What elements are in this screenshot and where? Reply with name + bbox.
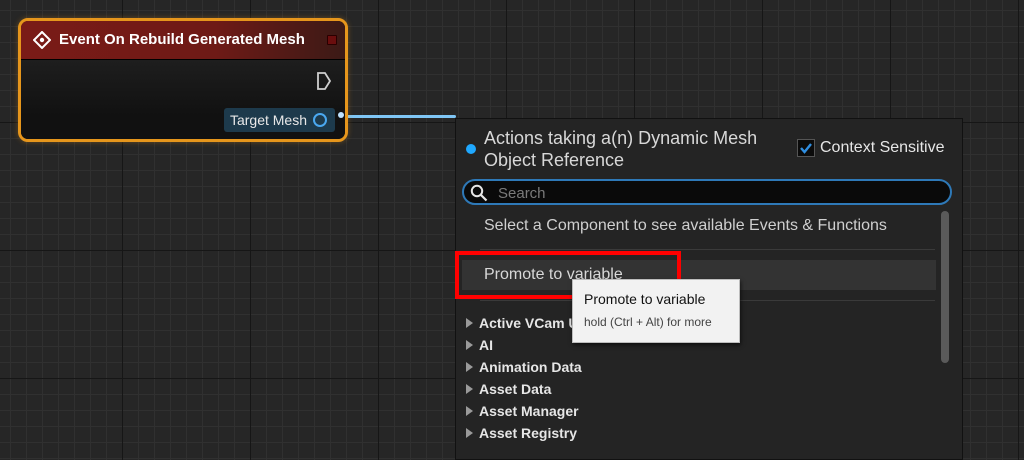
- target-mesh-pin[interactable]: Target Mesh: [223, 108, 335, 132]
- tooltip-subtitle: hold (Ctrl + Alt) for more: [584, 315, 712, 329]
- expand-triangle-icon[interactable]: [466, 406, 473, 416]
- search-input[interactable]: [496, 182, 940, 204]
- expand-triangle-icon[interactable]: [466, 362, 473, 372]
- connection-wire: [334, 115, 456, 118]
- category-label: Asset Data: [479, 381, 552, 397]
- context-sensitive-label[interactable]: Context Sensitive: [820, 139, 945, 157]
- category-label: Asset Registry: [479, 425, 578, 441]
- search-icon: [470, 184, 488, 202]
- pin-type-dot-icon: [466, 144, 476, 154]
- category-asset-registry[interactable]: Asset Registry: [466, 423, 577, 443]
- wire-endpoint: [338, 112, 344, 118]
- category-label: Asset Manager: [479, 403, 579, 419]
- search-box[interactable]: [462, 179, 952, 205]
- divider: [480, 249, 935, 250]
- checkmark-icon: [800, 143, 812, 154]
- target-mesh-label: Target Mesh: [229, 112, 307, 128]
- category-label: AI: [479, 337, 493, 353]
- context-sensitive-checkbox[interactable]: [797, 139, 815, 157]
- menu-header: Actions taking a(n) Dynamic Mesh Object …: [456, 119, 962, 177]
- category-label: Active VCam U: [479, 315, 579, 331]
- expand-triangle-icon[interactable]: [466, 384, 473, 394]
- expand-triangle-icon[interactable]: [466, 340, 473, 350]
- category-label: Animation Data: [479, 359, 582, 375]
- expand-triangle-icon[interactable]: [466, 428, 473, 438]
- expand-triangle-icon[interactable]: [466, 318, 473, 328]
- tooltip: Promote to variable hold (Ctrl + Alt) fo…: [572, 279, 740, 343]
- exec-pin-icon[interactable]: [317, 72, 332, 90]
- category-active-vcam[interactable]: Active VCam U: [466, 313, 579, 333]
- node-title: Event On Rebuild Generated Mesh: [59, 31, 305, 48]
- category-ai[interactable]: AI: [466, 335, 493, 355]
- hint-text: Select a Component to see available Even…: [484, 217, 887, 234]
- node-header[interactable]: Event On Rebuild Generated Mesh: [21, 21, 345, 60]
- scrollbar[interactable]: [941, 211, 949, 363]
- node-body: Target Mesh: [21, 60, 345, 139]
- node-delegate-pin[interactable]: [327, 35, 337, 45]
- category-asset-manager[interactable]: Asset Manager: [466, 401, 579, 421]
- menu-title: Actions taking a(n) Dynamic Mesh Object …: [484, 128, 758, 170]
- category-animation-data[interactable]: Animation Data: [466, 357, 582, 377]
- category-asset-data[interactable]: Asset Data: [466, 379, 551, 399]
- event-diamond-icon: [32, 30, 52, 50]
- object-pin-icon[interactable]: [313, 113, 327, 127]
- event-node[interactable]: Event On Rebuild Generated Mesh Target M…: [18, 18, 348, 142]
- tooltip-title: Promote to variable: [584, 291, 706, 307]
